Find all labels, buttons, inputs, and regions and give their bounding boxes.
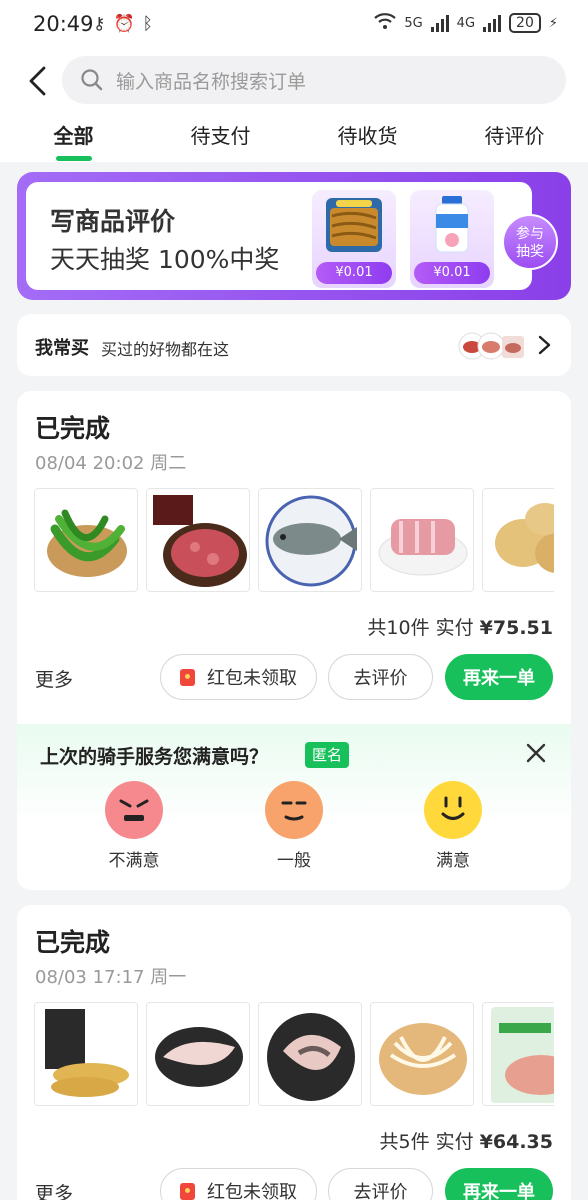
order-card[interactable]: 已完成 08/04 20:02 周二 共10件 实付 ¥75.51 更多 红包未… <box>17 391 571 724</box>
neutral-option[interactable] <box>265 781 323 839</box>
beef-image <box>153 495 247 587</box>
back-arrow-icon <box>29 66 46 96</box>
red-packet-button[interactable]: 红包未领取 <box>160 654 317 700</box>
snack-product-image <box>326 198 382 252</box>
prize-price: ¥0.01 <box>316 262 392 284</box>
happy-face-icon <box>441 796 465 820</box>
order-amount: ¥75.51 <box>479 617 553 639</box>
search-icon <box>81 69 103 91</box>
unsatisfied-label: 不满意 <box>108 851 160 871</box>
battery-level: 20 <box>509 13 541 33</box>
network-4g-label: 4G <box>456 15 476 31</box>
green-pepper-image <box>47 509 127 577</box>
rider-survey: 上次的骑手服务您满意吗？ 匿名 不满意 一般 满意 <box>17 724 571 890</box>
more-button[interactable]: 更多 <box>35 665 73 692</box>
review-button[interactable]: 去评价 <box>328 1168 433 1200</box>
bean-sprouts-image <box>379 1023 467 1095</box>
prize-price: ¥0.01 <box>414 262 490 284</box>
prize-card: ¥0.01 <box>410 190 494 288</box>
join-lottery-button[interactable]: 参与 抽奖 <box>502 214 558 270</box>
drink-product-image <box>435 196 469 253</box>
order-date: 08/03 17:17 周一 <box>35 967 187 988</box>
tab-all[interactable]: 全部 <box>0 120 147 162</box>
neutral-label: 一般 <box>277 851 311 871</box>
product-thumbnail <box>370 488 474 592</box>
product-thumbnail <box>258 1002 362 1106</box>
order-date: 08/04 20:02 周二 <box>35 453 187 474</box>
reorder-button[interactable]: 再来一单 <box>445 654 553 700</box>
satisfied-label: 满意 <box>436 851 470 871</box>
angry-face-icon <box>119 799 149 821</box>
order-item-thumbnails[interactable] <box>34 488 554 594</box>
prize-card: ¥0.01 <box>312 190 396 288</box>
order-amount: ¥64.35 <box>479 1131 553 1153</box>
product-thumbnail <box>146 488 250 592</box>
reorder-button[interactable]: 再来一单 <box>445 1168 553 1200</box>
frequent-title: 我常买 <box>35 338 89 359</box>
pork-ribs-image <box>378 519 468 576</box>
product-thumbnail <box>146 1002 250 1106</box>
frequent-product-thumbnails <box>458 332 524 360</box>
close-icon[interactable] <box>525 742 547 764</box>
order-status: 已完成 <box>35 928 111 957</box>
frequent-subtitle: 买过的好物都在这 <box>101 340 230 359</box>
header: 输入商品名称搜索订单 全部 待支付 待收货 待评价 <box>0 50 588 162</box>
order-summary: 共10件 实付 ¥75.51 <box>367 617 553 639</box>
unsatisfied-option[interactable] <box>105 781 163 839</box>
more-button[interactable]: 更多 <box>35 1179 73 1200</box>
signal-5g-icon <box>430 14 449 32</box>
product-thumbnail <box>258 488 362 592</box>
alarm-icon: ⏰ <box>113 14 135 34</box>
tab-pending-review[interactable]: 待评价 <box>441 120 588 162</box>
tab-pending-delivery[interactable]: 待收货 <box>294 120 441 162</box>
anonymous-badge: 匿名 <box>305 742 350 768</box>
order-status: 已完成 <box>35 414 111 443</box>
product-thumbnail <box>482 488 554 592</box>
charging-icon: ⚡ <box>548 15 558 31</box>
neutral-face-icon <box>281 801 307 821</box>
network-5g-label: 5G <box>404 15 423 31</box>
product-thumbnail <box>482 1002 554 1106</box>
bluetooth-icon: ᛒ <box>142 14 153 34</box>
product-thumbnail <box>34 1002 138 1106</box>
fish-fillet-image <box>155 1027 243 1087</box>
fish-image <box>265 495 357 587</box>
survey-question: 上次的骑手服务您满意吗？ <box>40 746 269 768</box>
review-lottery-banner[interactable]: 写商品评价 天天抽奖 100%中奖 ¥0.01 ¥0.01 参与 抽奖 <box>17 172 571 300</box>
search-placeholder: 输入商品名称搜索订单 <box>116 70 307 93</box>
red-packet-icon <box>180 1182 195 1200</box>
signal-4g-icon <box>483 14 502 32</box>
banner-title: 写商品评价 <box>50 207 176 236</box>
red-packet-icon <box>180 668 195 686</box>
wifi-icon <box>374 12 397 34</box>
order-card[interactable]: 已完成 08/03 17:17 周一 共5件 实付 ¥64.35 更多 红包未领… <box>17 905 571 1200</box>
search-input[interactable]: 输入商品名称搜索订单 <box>62 56 566 104</box>
back-button[interactable] <box>22 64 56 98</box>
fish-head-image <box>267 1013 355 1101</box>
review-button[interactable]: 去评价 <box>328 654 433 700</box>
chevron-right-icon <box>538 335 551 355</box>
product-thumbnail <box>370 1002 474 1106</box>
banner-subtitle: 天天抽奖 100%中奖 <box>50 245 280 274</box>
frequent-buy-entry[interactable]: 我常买 买过的好物都在这 <box>17 314 571 376</box>
order-item-thumbnails[interactable] <box>34 1002 554 1108</box>
tab-pending-payment[interactable]: 待支付 <box>147 120 294 162</box>
order-tabs: 全部 待支付 待收货 待评价 <box>0 120 588 162</box>
key-icon: ⚷ <box>93 14 106 34</box>
status-time: 20:49 <box>33 12 94 36</box>
duck-meat-image <box>491 1007 554 1103</box>
red-packet-button[interactable]: 红包未领取 <box>160 1168 317 1200</box>
product-thumbnail <box>34 488 138 592</box>
order-summary: 共5件 实付 ¥64.35 <box>379 1131 554 1153</box>
satisfied-option[interactable] <box>424 781 482 839</box>
yellow-croaker-image <box>45 1009 129 1097</box>
potato-image <box>495 503 554 573</box>
status-bar: 20:49 ⚷ ⏰ ᛒ 5G 4G 20 ⚡ <box>0 0 588 50</box>
